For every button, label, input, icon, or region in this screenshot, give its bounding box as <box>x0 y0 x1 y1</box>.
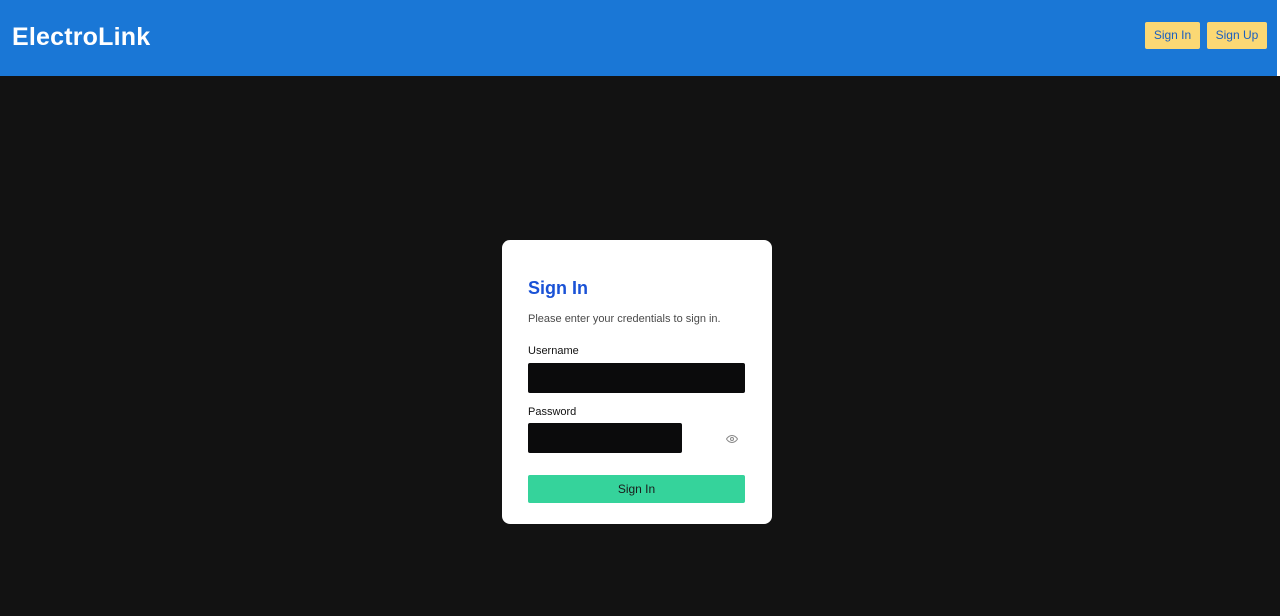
eye-icon[interactable] <box>726 432 738 444</box>
username-input[interactable] <box>528 363 745 393</box>
nav-sign-up-button[interactable]: Sign Up <box>1207 22 1267 49</box>
sign-in-title: Sign In <box>528 278 588 298</box>
sign-in-submit-button[interactable]: Sign In <box>528 475 745 503</box>
password-input[interactable] <box>528 423 682 453</box>
nav-sign-in-button[interactable]: Sign In <box>1145 22 1200 49</box>
top-navbar: ElectroLink Sign In Sign Up <box>0 0 1277 76</box>
brand-logo[interactable]: ElectroLink <box>12 20 150 54</box>
username-label: Username <box>528 345 579 357</box>
password-label: Password <box>528 406 577 418</box>
sign-in-subtitle: Please enter your credentials to sign in… <box>528 313 721 325</box>
sign-in-card: Sign In Please enter your credentials to… <box>502 240 772 524</box>
